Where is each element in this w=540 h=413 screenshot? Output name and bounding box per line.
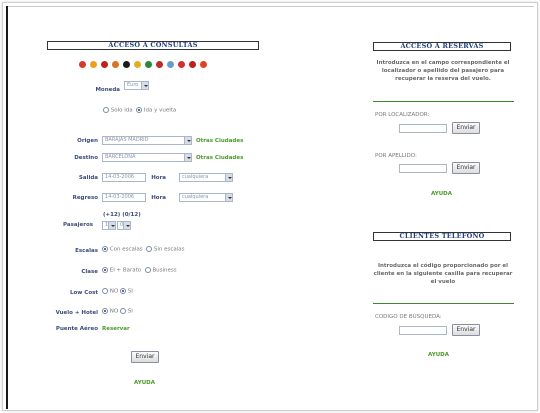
regreso-hora-value: cualquiera <box>182 194 209 200</box>
pasajeros-hint: (+12) (0/12) <box>103 212 141 218</box>
lowcost-si-label: SI <box>127 288 133 295</box>
language-flag-icon[interactable] <box>167 61 174 68</box>
language-flag-icon[interactable] <box>200 61 207 68</box>
apellido-input[interactable] <box>399 164 447 173</box>
consultas-ayuda-link[interactable]: AYUDA <box>134 380 155 386</box>
ida-vuelta-radio[interactable] <box>136 107 143 113</box>
destino-label: Destino <box>74 155 98 161</box>
salida-label: Salida <box>78 175 98 181</box>
salida-date-input[interactable]: 14-03-2006 <box>102 173 146 182</box>
el-mas-barato-label: El + Barato <box>109 267 142 274</box>
pasajeros-adult-select[interactable]: 1 <box>102 221 116 230</box>
destino-value: BARCELONA <box>105 154 136 160</box>
clase-group: El + Barato Business <box>102 267 177 274</box>
origen-select[interactable]: BARAJAS MADRID <box>102 136 192 145</box>
apellido-enviar-button[interactable]: Enviar <box>452 162 480 174</box>
reservas-ayuda-link[interactable]: AYUDA <box>431 191 452 197</box>
moneda-select[interactable]: Euro <box>124 81 149 90</box>
chevron-down-icon <box>108 222 115 229</box>
regreso-date-input[interactable]: 14-03-2006 <box>102 193 146 202</box>
business-label: Business <box>152 267 177 274</box>
vuelo-hotel-no-radio[interactable] <box>102 308 108 314</box>
salida-hora-label: Hora <box>151 175 166 181</box>
language-flag-icon[interactable] <box>101 61 108 68</box>
regreso-hora-select[interactable]: cualquiera <box>179 193 233 202</box>
consultas-title: ACCESO A CONSULTAS <box>47 41 259 50</box>
destino-select[interactable]: BARCELONA <box>102 153 192 162</box>
salida-hora-value: cualquiera <box>182 174 209 180</box>
apellido-label: POR APELLIDO: <box>375 153 417 159</box>
codigo-input[interactable] <box>399 326 447 335</box>
regreso-hora-label: Hora <box>151 195 166 201</box>
localizador-input[interactable] <box>399 124 447 133</box>
clase-label: Clase <box>81 269 98 275</box>
solo-ida-radio[interactable] <box>103 107 109 113</box>
vuelo-hotel-no-label: NO <box>109 308 119 315</box>
vuelo-hotel-si-radio[interactable] <box>119 308 126 314</box>
language-flag-icon[interactable] <box>178 61 185 68</box>
lowcost-si-radio[interactable] <box>119 288 126 294</box>
reservar-link[interactable]: Reservar <box>102 326 130 332</box>
language-flag-icon[interactable] <box>145 61 152 68</box>
clientes-divider <box>373 303 514 304</box>
codigo-label: CODIGO DE BÚSQUEDA: <box>375 314 442 320</box>
puente-aereo-label: Puente Aéreo <box>55 326 98 332</box>
escalas-label: Escalas <box>75 248 98 254</box>
chevron-down-icon <box>225 174 232 181</box>
chevron-down-icon <box>123 222 130 229</box>
origen-value: BARAJAS MADRID <box>105 137 149 143</box>
con-escalas-label: Con escalas <box>109 246 143 253</box>
localizador-label: POR LOCALIZADOR: <box>375 112 430 118</box>
regreso-label: Regreso <box>72 195 98 201</box>
chevron-down-icon <box>141 82 148 89</box>
vuelo-hotel-group: NO SI <box>102 308 133 315</box>
language-flag-icon[interactable] <box>156 61 163 68</box>
language-flags <box>79 61 207 68</box>
reservas-divider <box>373 101 514 102</box>
clientes-ayuda-link[interactable]: AYUDA <box>428 352 449 358</box>
escalas-group: Con escalas Sin escalas <box>102 246 185 253</box>
language-flag-icon[interactable] <box>112 61 119 68</box>
vuelo-hotel-label: Vuelo + Hotel <box>55 310 98 316</box>
reservas-intro: Introduzca en el campo correspondiente e… <box>376 60 510 82</box>
localizador-enviar-button[interactable]: Enviar <box>452 122 480 134</box>
clientes-intro: Introduzca el código proporcionado por e… <box>373 263 513 285</box>
pasajeros-child-select[interactable]: 0 <box>117 221 131 230</box>
salida-hora-select[interactable]: cualquiera <box>179 173 233 182</box>
lowcost-group: NO SI <box>102 288 133 295</box>
top-divider <box>6 6 534 7</box>
el-mas-barato-radio[interactable] <box>102 267 108 273</box>
language-flag-icon[interactable] <box>90 61 97 68</box>
chevron-down-icon <box>225 194 232 201</box>
clientes-title: CLIENTES TELEFONO <box>373 232 511 241</box>
codigo-enviar-button[interactable]: Enviar <box>452 324 480 336</box>
business-radio[interactable] <box>144 267 151 273</box>
ida-vuelta-label: Ida y vuelta <box>143 107 177 114</box>
lowcost-no-label: NO <box>109 288 119 295</box>
language-flag-icon[interactable] <box>134 61 141 68</box>
trip-type-group: Solo ida Ida y vuelta <box>103 107 176 114</box>
consultas-enviar-button[interactable]: Enviar <box>131 351 159 363</box>
moneda-label: Moneda <box>95 87 120 93</box>
chevron-down-icon <box>184 137 191 144</box>
language-flag-icon[interactable] <box>189 61 196 68</box>
language-flag-icon[interactable] <box>79 61 86 68</box>
left-border <box>6 6 8 409</box>
sin-escalas-label: Sin escalas <box>153 246 185 253</box>
origen-label: Origen <box>77 138 98 144</box>
lowcost-label: Low Cost <box>70 290 98 296</box>
sin-escalas-radio[interactable] <box>146 246 153 252</box>
moneda-value: Euro <box>127 82 139 88</box>
pasajeros-label: Pasajeros <box>63 222 93 228</box>
language-flag-icon[interactable] <box>123 61 130 68</box>
chevron-down-icon <box>184 154 191 161</box>
reservas-title: ACCESO A RESERVAS <box>373 42 511 51</box>
vuelo-hotel-si-label: SI <box>127 308 133 315</box>
con-escalas-radio[interactable] <box>102 246 108 252</box>
destino-otras-ciudades-link[interactable]: Otras Ciudades <box>196 155 243 161</box>
lowcost-no-radio[interactable] <box>102 288 108 294</box>
origen-otras-ciudades-link[interactable]: Otras Ciudades <box>196 138 243 144</box>
solo-ida-label: Solo ida <box>110 107 133 114</box>
